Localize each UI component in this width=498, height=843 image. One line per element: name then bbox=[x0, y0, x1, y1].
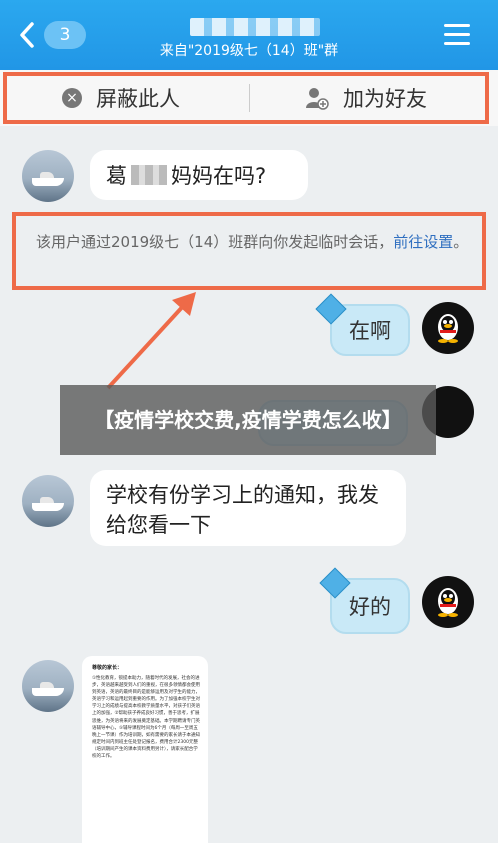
self-avatar[interactable] bbox=[422, 302, 474, 354]
notice-document-image[interactable]: 尊敬的家长： ①性化教育，锁提本助力，随着时代的发展，社会的进步，英语越来越受到… bbox=[82, 656, 208, 843]
article-title-overlay: 【疫情学校交费,疫情学费怎么收】 bbox=[60, 385, 436, 455]
document-body: ①性化教育，锁提本助力，随着时代的发展，社会的进步，英语越来越受到人们的重视，在… bbox=[92, 676, 200, 760]
penguin-icon bbox=[438, 314, 458, 343]
message-bubble-left[interactable]: 学校有份学习上的通知，我发给您看一下 bbox=[90, 470, 406, 546]
message-text: 学校有份学习上的通知，我发给您看一下 bbox=[106, 483, 379, 537]
sender-avatar[interactable] bbox=[22, 660, 74, 712]
self-avatar[interactable] bbox=[422, 576, 474, 628]
sender-avatar[interactable] bbox=[22, 475, 74, 527]
message-text: 在啊 bbox=[349, 319, 391, 343]
message-text: 好的 bbox=[349, 595, 391, 619]
document-heading: 尊敬的家长： bbox=[92, 665, 123, 671]
penguin-icon bbox=[438, 588, 458, 617]
